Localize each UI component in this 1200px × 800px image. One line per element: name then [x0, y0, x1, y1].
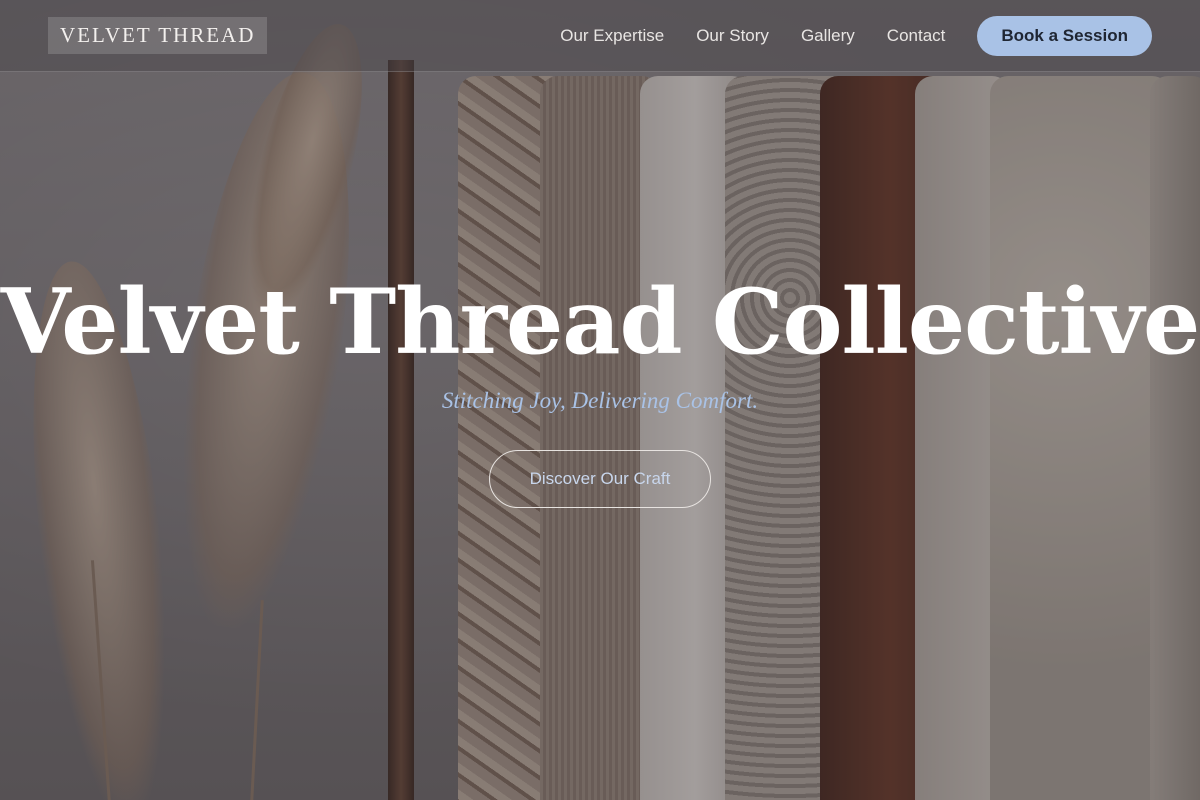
hero-title: Velvet Thread Collective	[0, 269, 1200, 375]
hero-section: Velvet Thread Collective Stitching Joy, …	[0, 0, 1200, 800]
hero-tagline: Stitching Joy, Delivering Comfort.	[441, 388, 759, 413]
discover-craft-button[interactable]: Discover Our Craft	[489, 450, 711, 508]
